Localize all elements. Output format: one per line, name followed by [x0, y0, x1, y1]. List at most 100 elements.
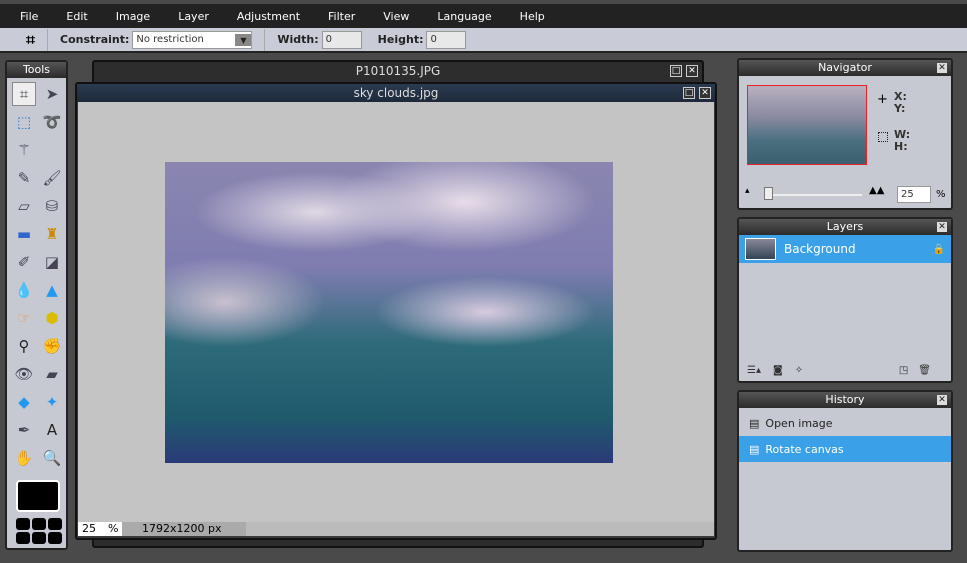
document-window-front[interactable]: sky clouds.jpg □ ✕ 25% 1792x1200 px: [75, 82, 717, 540]
crop-tool-icon[interactable]: ⌗: [12, 82, 36, 106]
color-picker-tool-icon[interactable]: ✒: [12, 418, 36, 442]
height-input[interactable]: 0: [426, 30, 467, 49]
zoom-slider[interactable]: [764, 194, 862, 196]
palette-slot[interactable]: [48, 532, 62, 544]
palette-slot[interactable]: [16, 532, 30, 544]
menu-view[interactable]: View: [383, 10, 409, 23]
menu-image[interactable]: Image: [116, 10, 150, 23]
history-step-icon: ▤: [749, 442, 760, 456]
chevron-down-icon: ▼: [235, 33, 252, 46]
color-replace-tool-icon[interactable]: ✐: [12, 250, 36, 274]
palette-slot[interactable]: [32, 518, 46, 530]
close-icon[interactable]: ✕: [937, 395, 947, 405]
layer-mask-icon[interactable]: ◙: [773, 365, 783, 376]
image-dimensions: 1792x1200 px: [122, 522, 246, 536]
dimensions-icon: [878, 132, 888, 142]
layers-panel: Layers ✕ Background 🔒 ☰▴ ◙ ✧ ◳ 🗑: [737, 217, 953, 383]
navigator-preview[interactable]: [747, 85, 867, 165]
trash-icon[interactable]: 🗑: [918, 365, 931, 376]
history-item-selected[interactable]: ▤ Rotate canvas: [739, 436, 951, 462]
status-bar: 25% 1792x1200 px: [78, 522, 714, 536]
tools-panel: Tools ⌗ ➤ ⬚ ➰ ⚚ ✎ 🖌 ▱ ⛁ ▬ ♜ ✐ ◪ 💧 ▲ ☞ ⬢ ⚲ ✊ 👁 ▰ ◆ ✦ ✒ A ✋ 🔍: [5, 60, 68, 550]
menu-language[interactable]: Language: [437, 10, 491, 23]
layer-item[interactable]: Background 🔒: [739, 235, 951, 263]
clone-stamp-tool-icon[interactable]: ♜: [40, 222, 64, 246]
width-input[interactable]: 0: [321, 30, 362, 49]
layer-thumbnail: [745, 238, 776, 260]
zoom-out-icon[interactable]: ▴: [745, 186, 750, 196]
image-canvas[interactable]: [165, 162, 613, 463]
primary-color-swatch[interactable]: [16, 480, 60, 512]
zoom-in-icon[interactable]: ▲▲: [869, 185, 884, 196]
close-icon[interactable]: ✕: [686, 65, 698, 77]
maximize-icon[interactable]: □: [670, 65, 682, 77]
layers-title: Layers: [826, 220, 864, 233]
constraint-select[interactable]: No restriction ▼: [132, 30, 253, 49]
eraser-tool-icon[interactable]: ▱: [12, 194, 36, 218]
h-label: H:: [894, 140, 908, 153]
pencil-tool-icon[interactable]: ✎: [12, 166, 36, 190]
pinch-tool-icon[interactable]: ✦: [40, 390, 64, 414]
options-toolbar: ⌗ Constraint: No restriction ▼ Width: 0 …: [0, 28, 967, 53]
blur-tool-icon[interactable]: 💧: [12, 278, 36, 302]
zoom-unit: %: [936, 189, 946, 200]
bloat-tool-icon[interactable]: ◆: [12, 390, 36, 414]
brush-tool-icon[interactable]: 🖌: [40, 166, 64, 190]
dodge-tool-icon[interactable]: ⚲: [12, 334, 36, 358]
new-layer-icon[interactable]: ◳: [899, 365, 908, 376]
zoom-tool-icon[interactable]: 🔍: [40, 446, 64, 470]
type-tool-icon[interactable]: A: [40, 418, 64, 442]
paint-bucket-tool-icon[interactable]: ⛁: [40, 194, 64, 218]
menu-bar: File Edit Image Layer Adjustment Filter …: [0, 4, 967, 28]
sponge-tool-icon[interactable]: ⬢: [40, 306, 64, 330]
burn-tool-icon[interactable]: ✊: [40, 334, 64, 358]
lock-icon[interactable]: 🔒: [933, 244, 945, 255]
crosshair-icon: +: [877, 92, 888, 107]
tools-title: Tools: [7, 62, 66, 78]
history-item[interactable]: ▤ Open image: [739, 410, 951, 436]
close-icon[interactable]: ✕: [937, 63, 947, 73]
window-title: sky clouds.jpg: [77, 84, 715, 102]
layer-name: Background: [784, 242, 856, 256]
menu-filter[interactable]: Filter: [328, 10, 355, 23]
maximize-icon[interactable]: □: [683, 87, 695, 99]
y-label: Y:: [894, 102, 906, 115]
red-eye-tool-icon[interactable]: 👁: [12, 362, 36, 386]
history-step-icon: ▤: [749, 416, 760, 430]
crop-icon: ⌗: [26, 29, 36, 49]
palette-slot[interactable]: [32, 532, 46, 544]
move-tool-icon[interactable]: ➤: [40, 82, 64, 106]
draw-shape-tool-icon[interactable]: ◪: [40, 250, 64, 274]
menu-layer[interactable]: Layer: [178, 10, 209, 23]
hand-tool-icon[interactable]: ✋: [12, 446, 36, 470]
navigator-title: Navigator: [818, 61, 872, 74]
window-title: P1010135.JPG: [355, 64, 441, 78]
smudge-tool-icon[interactable]: ☞: [12, 306, 36, 330]
magic-wand-tool-icon[interactable]: ⚚: [12, 138, 36, 162]
menu-adjustment[interactable]: Adjustment: [237, 10, 300, 23]
height-label: Height:: [377, 33, 424, 46]
palette-slot[interactable]: [16, 518, 30, 530]
palette-slot[interactable]: [48, 518, 62, 530]
close-icon[interactable]: ✕: [937, 222, 947, 232]
menu-help[interactable]: Help: [520, 10, 545, 23]
gradient-tool-icon[interactable]: ▬: [12, 222, 36, 246]
navigator-panel: Navigator ✕ + X: Y: W: H: ▴ ▲▲ 25 %: [737, 58, 953, 210]
spot-heal-tool-icon[interactable]: ▰: [40, 362, 64, 386]
zoom-input[interactable]: 25: [897, 186, 931, 203]
marquee-tool-icon[interactable]: ⬚: [12, 110, 36, 134]
close-icon[interactable]: ✕: [699, 87, 711, 99]
zoom-field[interactable]: 25%: [78, 522, 122, 536]
history-panel: History ✕ ▤ Open image ▤ Rotate canvas: [737, 390, 953, 552]
constraint-label: Constraint:: [60, 33, 130, 46]
layer-settings-icon[interactable]: ☰▴: [747, 365, 761, 376]
zoom-slider-handle[interactable]: [764, 187, 773, 200]
menu-file[interactable]: File: [20, 10, 38, 23]
width-label: Width:: [277, 33, 319, 46]
layer-styles-icon[interactable]: ✧: [795, 365, 803, 376]
sharpen-tool-icon[interactable]: ▲: [40, 278, 64, 302]
canvas-area[interactable]: [78, 102, 714, 522]
history-title: History: [825, 393, 865, 406]
lasso-tool-icon[interactable]: ➰: [40, 110, 64, 134]
menu-edit[interactable]: Edit: [66, 10, 87, 23]
